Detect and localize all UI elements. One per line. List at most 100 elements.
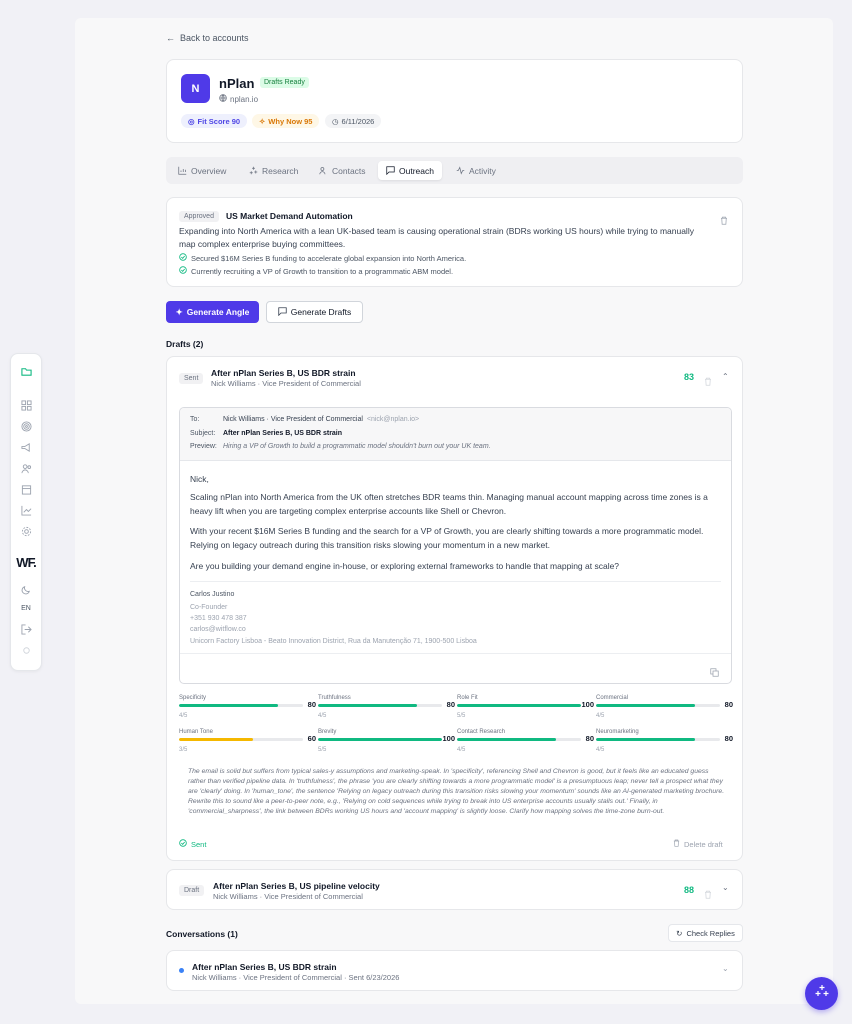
angle-title: US Market Demand Automation bbox=[226, 211, 353, 221]
target-icon[interactable] bbox=[11, 421, 41, 432]
chevron-down-icon[interactable]: ⌄ bbox=[722, 964, 729, 973]
metric-fill bbox=[596, 704, 696, 707]
moon-icon[interactable] bbox=[11, 584, 41, 595]
trash-icon[interactable] bbox=[704, 373, 712, 391]
tab-research[interactable]: Research bbox=[241, 161, 306, 180]
metric-label: Commercial bbox=[596, 695, 629, 701]
delete-label: Delete draft bbox=[684, 839, 723, 849]
account-logo: N bbox=[181, 74, 210, 103]
metric-bar bbox=[179, 738, 303, 741]
date-badge: ◷ 6/11/2026 bbox=[325, 114, 382, 128]
account-domain[interactable]: nplan.io bbox=[219, 94, 258, 104]
signature-divider bbox=[190, 581, 721, 582]
tab-overview[interactable]: Overview bbox=[170, 161, 234, 180]
tab-label: Outreach bbox=[399, 165, 434, 176]
metric-fill bbox=[457, 704, 581, 707]
sent-indicator: Sent bbox=[179, 839, 206, 849]
metric-fill bbox=[596, 738, 696, 741]
account-header-card: N nPlan Drafts Ready nplan.io ◎ Fit Score… bbox=[166, 59, 743, 143]
preview-value: Hiring a VP of Growth to build a program… bbox=[223, 443, 491, 450]
trash-icon[interactable] bbox=[704, 886, 712, 904]
metric-score: 3/5 bbox=[179, 747, 188, 753]
metric-bar bbox=[457, 704, 581, 707]
back-label: Back to accounts bbox=[180, 33, 249, 43]
draft-title[interactable]: After nPlan Series B, US pipeline veloci… bbox=[213, 881, 380, 891]
tab-label: Research bbox=[262, 165, 299, 176]
activity-icon bbox=[456, 166, 465, 175]
message-icon bbox=[278, 306, 287, 318]
generate-angle-button[interactable]: ✦ Generate Angle bbox=[166, 301, 259, 323]
metric-fill bbox=[179, 704, 279, 707]
unread-dot bbox=[179, 968, 184, 973]
logout-icon[interactable] bbox=[11, 624, 41, 635]
metric-value: 80 bbox=[307, 700, 316, 709]
metric-label: Brevity bbox=[318, 729, 337, 735]
generate-drafts-button[interactable]: Generate Drafts bbox=[266, 301, 363, 323]
conversations-heading: Conversations (1) bbox=[166, 929, 238, 939]
email-paragraph: Are you building your demand engine in-h… bbox=[190, 561, 620, 571]
draft-title[interactable]: After nPlan Series B, US BDR strain bbox=[211, 368, 356, 378]
folder-icon[interactable] bbox=[11, 366, 41, 377]
metric-label: Neuromarketing bbox=[596, 729, 639, 735]
delete-draft-button[interactable]: Delete draft bbox=[673, 839, 723, 849]
tab-bar: Overview Research Contacts Outreach Acti… bbox=[166, 157, 743, 184]
side-rail: WF. EN bbox=[10, 353, 42, 671]
metric-value: 80 bbox=[724, 734, 733, 743]
chart-icon[interactable] bbox=[11, 505, 41, 516]
email-greeting: Nick, bbox=[190, 474, 209, 484]
draft-status-badge: Sent bbox=[179, 373, 204, 384]
settings-icon[interactable] bbox=[11, 526, 41, 537]
check-replies-button[interactable]: ↻ Check Replies bbox=[668, 924, 743, 942]
metric-item: Human Tone 60 3/5 bbox=[179, 729, 316, 753]
metric-bar bbox=[179, 704, 303, 707]
trash-icon[interactable] bbox=[720, 212, 728, 230]
back-link[interactable]: ← Back to accounts bbox=[166, 33, 249, 43]
metric-label: Specificity bbox=[179, 695, 207, 701]
conversation-title: After nPlan Series B, US BDR strain bbox=[192, 962, 337, 972]
metric-score: 5/5 bbox=[318, 747, 327, 753]
brand-logo: WF. bbox=[16, 555, 36, 570]
date-text: 6/11/2026 bbox=[341, 116, 375, 126]
conversation-meta: Nick Williams · Vice President of Commer… bbox=[192, 973, 400, 982]
check-circle-icon bbox=[179, 266, 187, 276]
metric-item: Neuromarketing 80 4/5 bbox=[596, 729, 733, 753]
refresh-icon: ↻ bbox=[676, 928, 683, 938]
tab-activity[interactable]: Activity bbox=[448, 161, 504, 180]
chevron-down-icon[interactable]: ⌄ bbox=[722, 883, 729, 892]
critique-text: The email is solid but suffers from typi… bbox=[188, 768, 725, 815]
signature-phone: +351 930 478 387 bbox=[190, 615, 247, 622]
tab-contacts[interactable]: Contacts bbox=[311, 161, 374, 180]
copy-icon[interactable] bbox=[710, 664, 719, 682]
check-replies-label: Check Replies bbox=[686, 928, 735, 938]
email-preview: To: Nick Williams · Vice President of Com… bbox=[179, 407, 732, 684]
generate-drafts-label: Generate Drafts bbox=[290, 307, 352, 317]
metric-item: Role Fit 100 5/5 bbox=[457, 695, 594, 719]
language-toggle[interactable]: EN bbox=[11, 605, 41, 612]
drafts-heading: Drafts (2) bbox=[166, 339, 204, 349]
draft-card-2[interactable]: Draft After nPlan Series B, US pipeline … bbox=[166, 869, 743, 910]
ai-assistant-button[interactable] bbox=[805, 977, 838, 1010]
tab-outreach[interactable]: Outreach bbox=[378, 161, 442, 180]
generate-angle-label: Generate Angle bbox=[186, 307, 250, 317]
megaphone-icon[interactable] bbox=[11, 442, 41, 453]
email-to-row: To: Nick Williams · Vice President of Com… bbox=[190, 416, 419, 423]
settings-small-icon[interactable] bbox=[11, 645, 41, 656]
users-icon[interactable] bbox=[11, 463, 41, 474]
conversation-item[interactable]: After nPlan Series B, US BDR strain Nick… bbox=[166, 950, 743, 991]
email-paragraph: Scaling nPlan into North America from th… bbox=[190, 492, 708, 516]
dashboard-icon[interactable] bbox=[11, 400, 41, 411]
metric-fill bbox=[457, 738, 557, 741]
approved-badge: Approved bbox=[179, 211, 219, 222]
calendar-icon[interactable] bbox=[11, 484, 41, 495]
metric-label: Truthfulness bbox=[318, 695, 351, 701]
metric-bar bbox=[596, 738, 720, 741]
to-value: Nick Williams · Vice President of Commer… bbox=[223, 416, 363, 423]
preview-label: Preview: bbox=[190, 443, 217, 450]
metric-value: 100 bbox=[442, 734, 455, 743]
email-header: To: Nick Williams · Vice President of Com… bbox=[180, 408, 731, 461]
metric-bar bbox=[457, 738, 581, 741]
metric-item: Commercial 80 4/5 bbox=[596, 695, 733, 719]
why-now-text: Why Now 95 bbox=[268, 116, 313, 126]
chevron-up-icon[interactable]: ⌃ bbox=[722, 372, 729, 381]
metric-bar bbox=[596, 704, 720, 707]
